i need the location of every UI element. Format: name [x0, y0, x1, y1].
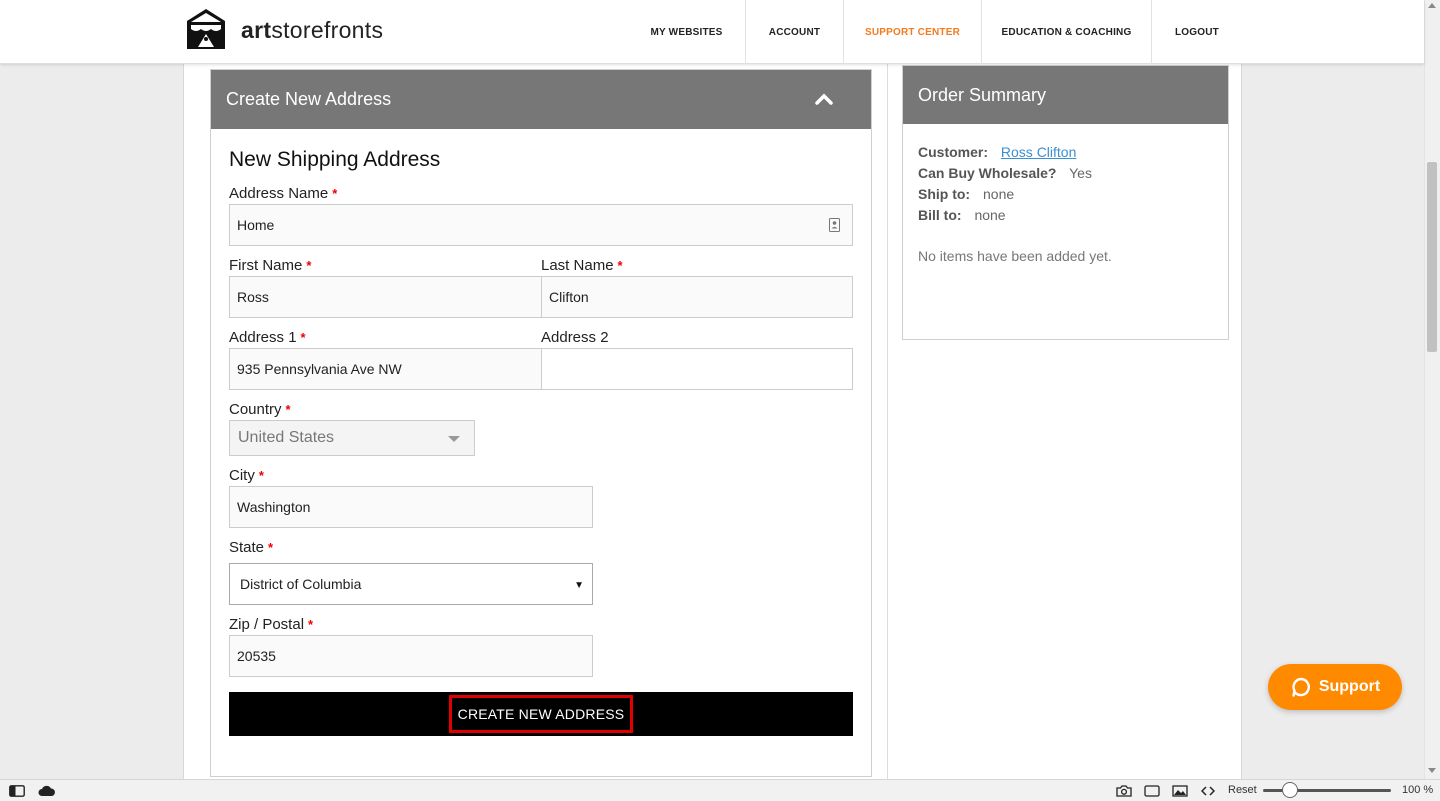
- required-marker: *: [258, 468, 264, 483]
- cloud-icon[interactable]: [38, 785, 56, 797]
- nav-logout[interactable]: LOGOUT: [1152, 0, 1242, 64]
- address-name-label: Address Name *: [229, 185, 338, 202]
- state-select[interactable]: District of Columbia ▼: [229, 563, 593, 605]
- nav-education-coaching[interactable]: EDUCATION & COACHING: [982, 0, 1152, 64]
- page-scrollbar[interactable]: [1424, 0, 1440, 779]
- customer-link[interactable]: Ross Clifton: [1001, 144, 1076, 160]
- scroll-up-arrow-icon[interactable]: [1428, 3, 1436, 8]
- city-input[interactable]: Washington: [229, 486, 593, 528]
- support-button[interactable]: Support: [1268, 664, 1402, 710]
- contact-card-icon[interactable]: [829, 218, 840, 232]
- zoom-reset-button[interactable]: Reset: [1228, 784, 1257, 796]
- address2-label: Address 2: [541, 329, 609, 346]
- scroll-down-arrow-icon[interactable]: [1428, 768, 1436, 773]
- scrollbar-thumb[interactable]: [1427, 162, 1437, 352]
- address1-input[interactable]: 935 Pennsylvania Ave NW: [229, 348, 542, 390]
- last-name-label: Last Name *: [541, 257, 623, 274]
- nav-support-center[interactable]: SUPPORT CENTER: [844, 0, 982, 64]
- first-name-label: First Name *: [229, 257, 312, 274]
- order-summary-panel: Order Summary Customer: Ross Clifton Can…: [902, 65, 1229, 340]
- zoom-slider-knob[interactable]: [1282, 782, 1298, 798]
- city-label: City *: [229, 467, 264, 484]
- address2-input[interactable]: [541, 348, 853, 390]
- first-name-input[interactable]: Ross: [229, 276, 542, 318]
- create-address-panel: Create New Address New Shipping Address …: [210, 69, 872, 777]
- nav-account[interactable]: ACCOUNT: [746, 0, 844, 64]
- required-marker: *: [617, 258, 623, 273]
- window-icon[interactable]: [1144, 785, 1160, 797]
- form-title: New Shipping Address: [229, 148, 441, 171]
- nav-my-websites[interactable]: MY WEBSITES: [628, 0, 746, 64]
- country-select[interactable]: United States: [229, 420, 475, 456]
- logo[interactable]: artstorefronts: [181, 7, 383, 53]
- image-icon[interactable]: [1172, 785, 1188, 797]
- address-name-value: Home: [237, 217, 275, 233]
- top-header: artstorefronts MY WEBSITES ACCOUNT SUPPO…: [0, 0, 1424, 64]
- zip-label: Zip / Postal *: [229, 616, 314, 633]
- country-label: Country *: [229, 401, 291, 418]
- chevron-up-icon[interactable]: [815, 92, 833, 106]
- required-marker: *: [300, 330, 306, 345]
- ship-to-row: Ship to: none: [918, 186, 1015, 202]
- empty-cart-message: No items have been added yet.: [918, 248, 1112, 264]
- required-marker: *: [332, 186, 338, 201]
- create-address-bar[interactable]: CREATE NEW ADDRESS: [229, 692, 853, 736]
- browser-status-bar: Reset 100 %: [0, 0, 1440, 801]
- create-new-address-button[interactable]: CREATE NEW ADDRESS: [449, 695, 633, 733]
- required-marker: *: [268, 540, 274, 555]
- required-marker: *: [308, 617, 314, 632]
- logo-text: artstorefronts: [241, 16, 384, 43]
- column-divider: [887, 64, 888, 779]
- support-label: Support: [1318, 678, 1381, 695]
- required-marker: *: [306, 258, 312, 273]
- panel-header[interactable]: Create New Address: [211, 70, 871, 129]
- bill-to-row: Bill to: none: [918, 207, 1006, 223]
- code-icon[interactable]: [1201, 786, 1215, 796]
- last-name-input[interactable]: Clifton: [541, 276, 853, 318]
- customer-row: Customer: Ross Clifton: [918, 144, 1077, 160]
- wholesale-row: Can Buy Wholesale? Yes: [918, 165, 1092, 181]
- panel-toggle-icon[interactable]: [9, 785, 25, 797]
- address1-label: Address 1 *: [229, 329, 306, 346]
- state-label: State *: [229, 539, 274, 556]
- storefront-logo-icon: [187, 9, 225, 49]
- order-summary-title: Order Summary: [903, 66, 1228, 124]
- dropdown-caret-icon: ▼: [574, 580, 584, 591]
- panel-title: Create New Address: [226, 89, 392, 109]
- main-nav: MY WEBSITES ACCOUNT SUPPORT CENTER EDUCA…: [628, 0, 1242, 64]
- zip-input[interactable]: 20535: [229, 635, 593, 677]
- camera-icon[interactable]: [1116, 785, 1132, 797]
- required-marker: *: [285, 402, 291, 417]
- zoom-level: 100 %: [1402, 784, 1434, 796]
- chat-bubble-icon: [1292, 677, 1310, 697]
- address-name-input[interactable]: Home: [229, 204, 853, 246]
- dropdown-caret-icon: [448, 436, 460, 442]
